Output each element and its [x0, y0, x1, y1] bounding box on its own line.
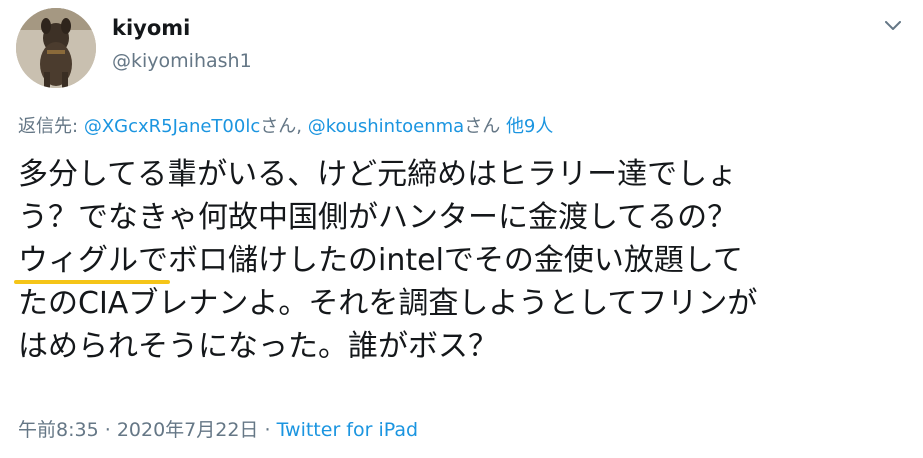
reply-user-link-1[interactable]: @XGcxR5JaneT00lc: [84, 116, 260, 137]
tweet-metadata: 午前8:35 · 2020年7月22日 · Twitter for iPad: [18, 415, 418, 442]
highlighted-phrase: ウィグルで: [18, 243, 168, 278]
tweet-line-2: う？でなきゃ何故中国側がハンターに金渡してるの？: [18, 200, 738, 235]
reply-prefix: 返信先:: [18, 116, 79, 137]
reply-others-link[interactable]: 他9人: [506, 116, 553, 137]
tweet-line-1: 多分してる輩がいる、けど元締めはヒラリー達でしょ: [18, 157, 738, 192]
tweet-line-3: ウィグルでボロ儲けしたのintelでその金使い放題して: [18, 239, 908, 282]
reply-user-link-2[interactable]: @koushintoenma: [308, 116, 465, 137]
tweet-text: 多分してる輩がいる、けど元締めはヒラリー達でしょ う？でなきゃ何故中国側がハンタ…: [18, 153, 908, 368]
reply-context: 返信先: @XGcxR5JaneT00lcさん, @koushintoenmaさ…: [18, 112, 553, 138]
meta-separator: ·: [104, 419, 111, 441]
tweet-line-5: はめられそうになった。誰がボス？: [18, 329, 498, 364]
tweet-source-link[interactable]: Twitter for iPad: [277, 419, 418, 441]
dog-photo-avatar: [16, 8, 96, 88]
tweet-line-4: たのCIAブレナンよ。それを調査しようとしてフリンが: [18, 286, 758, 321]
tweet-line-3-rest: ボロ儲けしたのintelでその金使い放題して: [168, 243, 744, 278]
tweet-time[interactable]: 午前8:35: [18, 419, 99, 441]
reply-user-suffix-2: さん: [464, 116, 501, 137]
meta-separator: ·: [264, 419, 271, 441]
reply-user-suffix-1: さん,: [260, 116, 302, 137]
avatar[interactable]: [16, 8, 96, 88]
display-name[interactable]: kiyomi: [112, 16, 190, 40]
tweet-date[interactable]: 2020年7月22日: [117, 419, 259, 441]
chevron-down-icon: [885, 21, 901, 30]
user-handle[interactable]: @kiyomihash1: [112, 50, 252, 72]
tweet-menu-button[interactable]: [880, 14, 906, 38]
